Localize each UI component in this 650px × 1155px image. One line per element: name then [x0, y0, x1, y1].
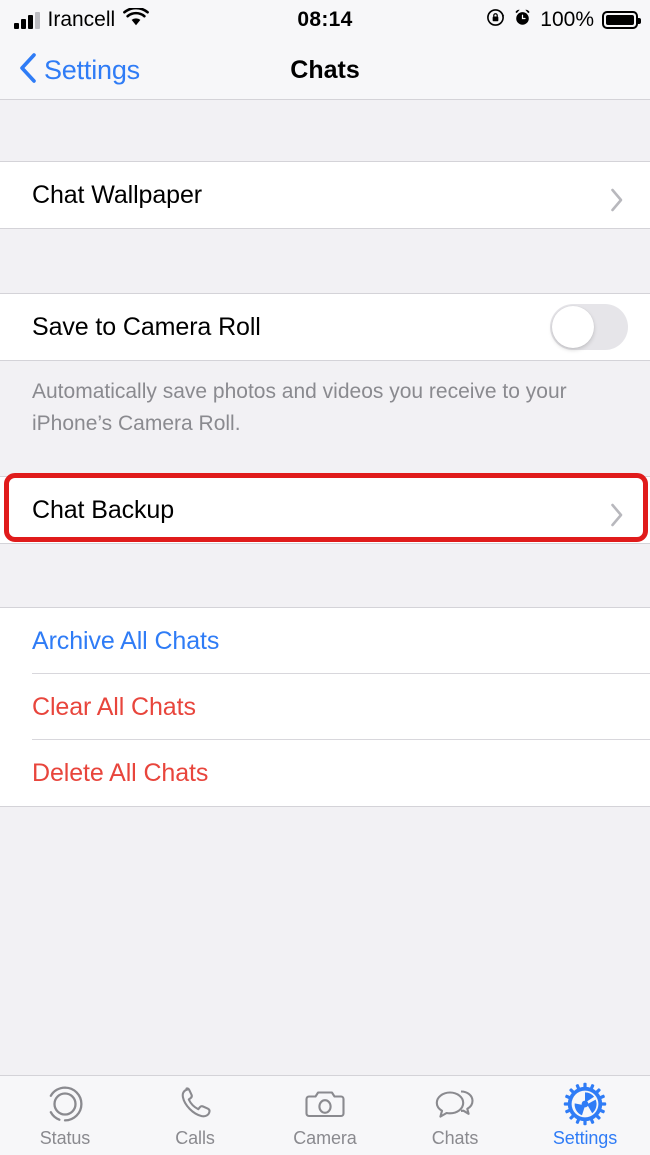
tab-camera[interactable]: Camera: [260, 1076, 390, 1155]
row-delete-all-chats[interactable]: Delete All Chats: [0, 740, 650, 806]
tab-status-label: Status: [39, 1127, 91, 1148]
status-rings-icon: [44, 1083, 86, 1125]
media-footnote: Automatically save photos and videos you…: [32, 380, 567, 435]
tab-settings[interactable]: Settings: [520, 1076, 650, 1155]
phone-icon: [174, 1083, 216, 1125]
row-archive-all-chats[interactable]: Archive All Chats: [0, 608, 650, 674]
row-clear-all-chats[interactable]: Clear All Chats: [0, 674, 650, 740]
actions-section: Archive All Chats Clear All Chats Delete…: [0, 607, 650, 807]
wallpaper-section: Chat Wallpaper: [0, 161, 650, 229]
delete-all-chats-label: Delete All Chats: [32, 758, 209, 787]
backup-section: Chat Backup: [0, 476, 650, 544]
status-bar: Irancell 08:14 100%: [0, 0, 650, 40]
tab-bar: Status Calls Camera Chats Settings: [0, 1075, 650, 1155]
row-save-to-camera-roll[interactable]: Save to Camera Roll: [0, 294, 650, 360]
camera-icon: [304, 1083, 346, 1125]
row-chat-wallpaper[interactable]: Chat Wallpaper: [0, 162, 650, 228]
alarm-clock-icon: [513, 8, 532, 32]
tab-chats[interactable]: Chats: [390, 1076, 520, 1155]
row-chat-backup[interactable]: Chat Backup: [0, 477, 650, 543]
tab-calls-label: Calls: [175, 1127, 215, 1148]
chevron-right-icon: [610, 503, 624, 527]
navigation-bar: Settings Chats: [0, 40, 650, 100]
status-bar-right: 100%: [486, 8, 641, 32]
rotation-lock-icon: [486, 8, 505, 32]
tab-settings-label: Settings: [552, 1127, 618, 1148]
clear-all-chats-label: Clear All Chats: [32, 692, 196, 721]
app-screen: Irancell 08:14 100% Settings Chats Chat …: [0, 0, 650, 1155]
toggle-knob: [552, 306, 594, 348]
chat-wallpaper-label: Chat Wallpaper: [32, 180, 202, 209]
speech-bubbles-icon: [433, 1083, 477, 1125]
gear-icon: [563, 1082, 607, 1125]
save-to-camera-roll-toggle[interactable]: [550, 304, 628, 350]
chat-backup-label: Chat Backup: [32, 495, 175, 524]
chevron-right-icon: [610, 188, 624, 212]
tab-status[interactable]: Status: [0, 1076, 130, 1155]
clock-label: 08:14: [297, 8, 353, 31]
media-section: Save to Camera Roll: [0, 293, 650, 361]
battery-percent-label: 100%: [540, 8, 594, 31]
tab-chats-label: Chats: [431, 1127, 479, 1148]
tab-calls[interactable]: Calls: [130, 1076, 260, 1155]
page-title: Chats: [290, 55, 360, 84]
archive-all-chats-label: Archive All Chats: [32, 626, 220, 655]
save-to-camera-roll-label: Save to Camera Roll: [32, 312, 261, 341]
battery-full-icon: [602, 11, 641, 29]
tab-camera-label: Camera: [293, 1127, 357, 1148]
